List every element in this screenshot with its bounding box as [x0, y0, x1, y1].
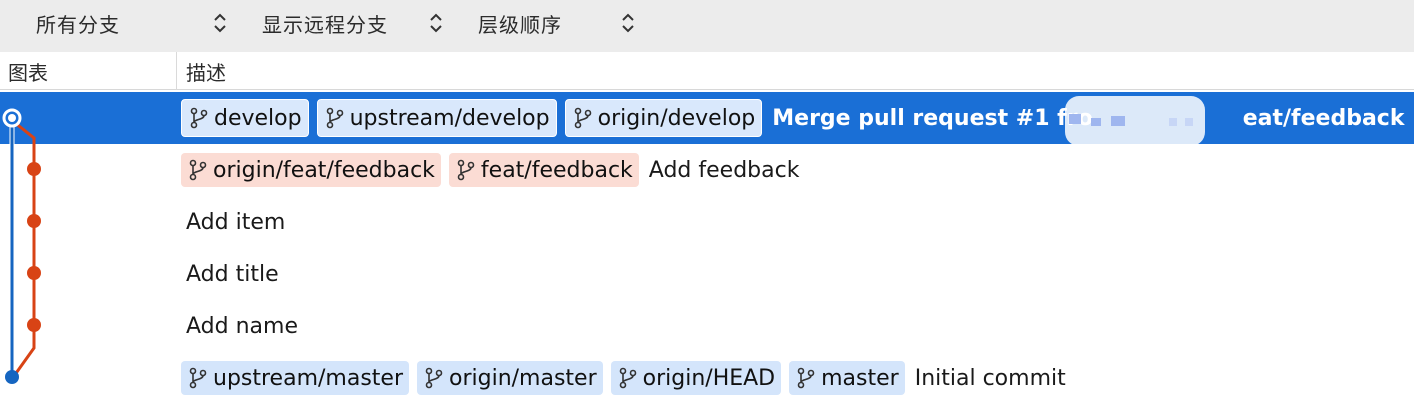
- branch-tag[interactable]: origin/master: [417, 361, 603, 395]
- column-header: 图表 描述: [0, 52, 1414, 90]
- commit-message-head: Merge pull request #1 fro: [772, 105, 1093, 131]
- branch-tag[interactable]: master: [789, 361, 905, 395]
- commit-message: Add name: [186, 313, 298, 339]
- branch-tag-label: origin/HEAD: [642, 365, 776, 391]
- branch-tag[interactable]: upstream/develop: [316, 99, 557, 137]
- redaction-blur: [1065, 96, 1205, 146]
- branch-icon: [326, 107, 343, 129]
- branch-tag-label: origin/master: [449, 365, 597, 391]
- commit-row[interactable]: origin/feat/feedback feat/feedback Add f…: [0, 144, 1414, 196]
- branch-tag-label: upstream/develop: [349, 105, 550, 131]
- commit-row[interactable]: upstream/master origin/master origin/HEA…: [0, 352, 1414, 404]
- branch-tag[interactable]: develop: [181, 99, 309, 137]
- branch-tag-label: master: [821, 365, 899, 391]
- toolbar: 所有分支 显示远程分支 层级顺序: [0, 0, 1414, 52]
- branch-tag[interactable]: origin/develop: [564, 99, 763, 137]
- branch-icon: [425, 367, 443, 389]
- branch-tag[interactable]: upstream/master: [181, 361, 409, 395]
- column-divider[interactable]: [176, 52, 177, 90]
- commit-graph: [2, 108, 41, 384]
- commit-node[interactable]: [27, 266, 41, 280]
- branch-tag[interactable]: feat/feedback: [448, 153, 639, 187]
- commit-row[interactable]: Add item: [0, 196, 1414, 248]
- branch-icon: [457, 159, 475, 181]
- branch-icon: [619, 367, 636, 389]
- commit-message: Initial commit: [914, 365, 1066, 391]
- branch-tag-label: upstream/master: [213, 365, 403, 391]
- commit-message-tail: eat/feedback: [1242, 105, 1405, 131]
- updown-chevron-icon: [430, 13, 442, 33]
- branch-tag-label: origin/develop: [597, 105, 756, 131]
- branch-icon: [190, 107, 208, 129]
- branch-tag-label: develop: [214, 105, 302, 131]
- branch-icon: [574, 107, 591, 129]
- order-filter-select[interactable]: 层级顺序: [478, 0, 634, 46]
- commit-message: Add item: [186, 209, 286, 235]
- branch-tag-label: origin/feat/feedback: [213, 157, 435, 183]
- updown-chevron-icon: [622, 13, 634, 33]
- description-column-header[interactable]: 描述: [186, 57, 226, 86]
- branch-filter-label: 所有分支: [36, 12, 120, 37]
- branch-icon: [189, 367, 207, 389]
- branch-icon: [189, 159, 207, 181]
- commit-node[interactable]: [27, 214, 41, 228]
- branch-tag[interactable]: origin/feat/feedback: [181, 153, 441, 187]
- commit-node[interactable]: [27, 318, 41, 332]
- branch-icon: [797, 367, 815, 389]
- commit-node[interactable]: [27, 162, 41, 176]
- commit-message: Add feedback: [648, 157, 800, 183]
- remote-branch-filter-select[interactable]: 显示远程分支: [262, 0, 442, 46]
- branch-tag[interactable]: origin/HEAD: [610, 361, 782, 395]
- initial-commit-node[interactable]: [5, 370, 19, 384]
- updown-chevron-icon: [214, 13, 226, 33]
- commit-message: Add title: [186, 261, 279, 287]
- remote-filter-label: 显示远程分支: [262, 12, 388, 37]
- graph-column-header[interactable]: 图表: [8, 57, 48, 86]
- feature-branch-line: [12, 120, 36, 377]
- commit-row[interactable]: Add title: [0, 248, 1414, 300]
- branch-filter-select[interactable]: 所有分支: [36, 0, 226, 46]
- branch-tag-label: feat/feedback: [480, 157, 633, 183]
- order-filter-label: 层级顺序: [478, 12, 562, 37]
- commit-row[interactable]: Add name: [0, 300, 1414, 352]
